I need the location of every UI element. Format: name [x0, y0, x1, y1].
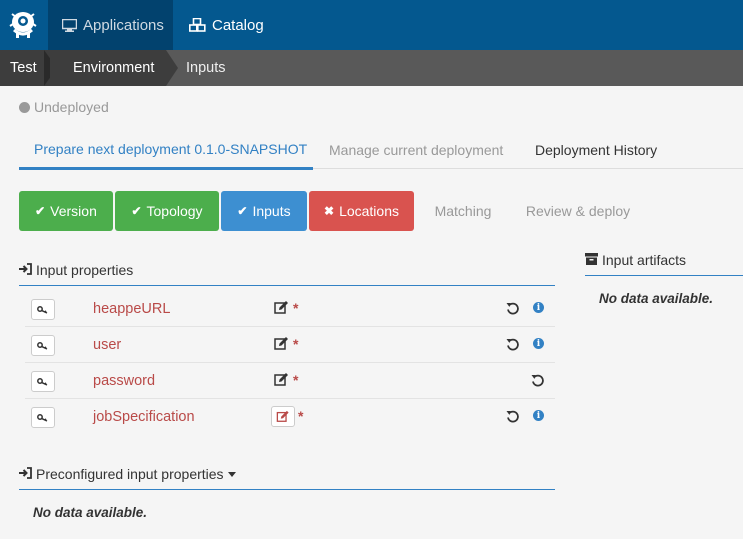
required-marker: *	[293, 300, 299, 316]
deployment-tabs: Prepare next deployment 0.1.0-SNAPSHOT M…	[19, 130, 743, 170]
table-row: jobSpecification * i	[25, 399, 555, 435]
times-icon: ✖	[324, 204, 335, 218]
step-label: Inputs	[252, 203, 291, 219]
undo-icon[interactable]	[531, 374, 544, 387]
step-label: Review & deploy	[525, 203, 631, 219]
divider	[19, 489, 555, 490]
breadcrumb-item-environment[interactable]: Environment	[50, 50, 166, 86]
step-locations-button[interactable]: ✖ Locations	[309, 191, 414, 231]
info-icon[interactable]: i	[533, 338, 544, 349]
tab-label: Manage current deployment	[329, 141, 504, 158]
key-icon	[37, 341, 48, 350]
breadcrumb-label: Environment	[73, 60, 155, 76]
step-label: Topology	[146, 203, 203, 219]
caret-down-icon	[227, 471, 236, 477]
tab-deployment-history[interactable]: Deployment History	[519, 130, 657, 169]
property-name: heappeURL	[93, 301, 171, 317]
tab-label: Deployment History	[535, 141, 658, 158]
info-icon[interactable]: i	[533, 302, 544, 313]
check-icon: ✔	[35, 204, 46, 218]
tab-label: Prepare next deployment 0.1.0-SNAPSHOT	[34, 140, 308, 157]
top-navbar: Applications Catalog	[0, 0, 743, 50]
key-button[interactable]	[31, 335, 55, 356]
step-version-button[interactable]: ✔ Version	[19, 191, 113, 231]
breadcrumb-label: Inputs	[186, 60, 226, 76]
info-icon[interactable]: i	[533, 410, 544, 421]
table-row: password *	[25, 363, 555, 399]
edit-icon[interactable]	[274, 336, 289, 351]
required-marker: *	[293, 372, 299, 388]
step-label: Matching	[434, 203, 492, 219]
heading-label: Input artifacts	[602, 252, 687, 268]
key-button[interactable]	[31, 407, 55, 428]
status-label: Undeployed	[34, 99, 109, 115]
key-button[interactable]	[31, 299, 55, 320]
required-marker: *	[293, 336, 299, 352]
desktop-icon	[62, 18, 77, 32]
step-label: Version	[50, 203, 97, 219]
breadcrumb-item-inputs: Inputs	[166, 50, 226, 86]
breadcrumb-item-test[interactable]: Test	[0, 50, 50, 86]
check-icon: ✔	[237, 204, 248, 218]
nav-applications[interactable]: Applications	[48, 0, 173, 50]
edit-icon[interactable]	[274, 300, 289, 315]
undo-icon[interactable]	[506, 302, 519, 315]
edit-button[interactable]	[271, 406, 295, 427]
archive-icon	[585, 252, 598, 268]
step-review-deploy-button[interactable]: Review & deploy	[512, 191, 644, 231]
table-row: heappeURL * i	[25, 291, 555, 327]
step-topology-button[interactable]: ✔ Topology	[115, 191, 219, 231]
tab-manage-current-deployment[interactable]: Manage current deployment	[313, 130, 503, 169]
key-icon	[37, 377, 48, 386]
check-icon: ✔	[131, 204, 142, 218]
alien-logo-icon[interactable]	[0, 0, 48, 50]
step-inputs-button[interactable]: ✔ Inputs	[221, 191, 307, 231]
sign-in-icon	[19, 262, 32, 278]
breadcrumb: Test Environment Inputs	[0, 50, 743, 86]
key-icon	[37, 413, 48, 422]
breadcrumb-label: Test	[10, 60, 37, 76]
divider	[585, 275, 743, 276]
tab-prepare-next-deployment[interactable]: Prepare next deployment 0.1.0-SNAPSHOT	[19, 130, 313, 170]
edit-icon	[276, 410, 289, 422]
heading-label: Preconfigured input properties	[36, 466, 224, 482]
undo-icon[interactable]	[506, 410, 519, 423]
required-marker: *	[298, 408, 304, 424]
no-data-message: No data available.	[599, 291, 714, 306]
input-artifacts-heading: Input artifacts	[585, 252, 686, 268]
step-matching-button[interactable]: Matching	[420, 191, 506, 231]
no-data-message: No data available.	[33, 505, 148, 520]
sign-in-icon	[19, 466, 32, 482]
cubes-icon	[189, 18, 206, 32]
nav-catalog-label: Catalog	[212, 16, 264, 34]
property-name: password	[93, 373, 156, 389]
deployment-status: Undeployed	[19, 99, 109, 115]
key-icon	[37, 305, 48, 314]
input-properties-heading: Input properties	[19, 262, 133, 278]
nav-applications-label: Applications	[83, 16, 164, 34]
divider	[19, 285, 555, 286]
preconfigured-properties-toggle[interactable]: Preconfigured input properties	[19, 466, 236, 482]
nav-catalog[interactable]: Catalog	[173, 0, 273, 50]
heading-label: Input properties	[36, 262, 134, 278]
undo-icon[interactable]	[506, 338, 519, 351]
property-name: jobSpecification	[93, 409, 195, 425]
table-row: user * i	[25, 327, 555, 363]
key-button[interactable]	[31, 371, 55, 392]
step-label: Locations	[339, 203, 399, 219]
property-name: user	[93, 337, 122, 353]
edit-icon[interactable]	[274, 372, 289, 387]
status-dot-icon	[19, 101, 30, 113]
